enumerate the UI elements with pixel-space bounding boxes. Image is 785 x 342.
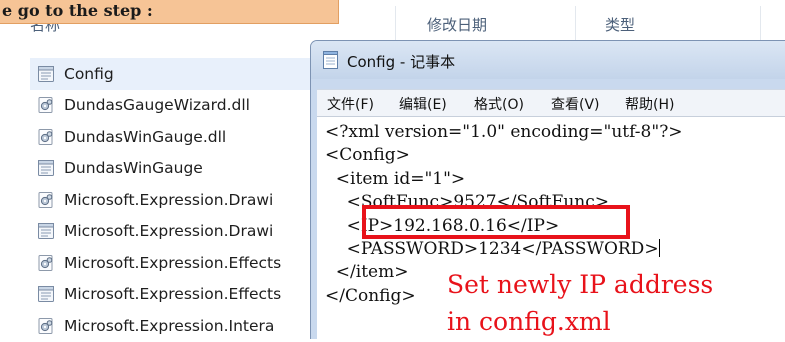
xml-line: </Config>: [325, 285, 416, 306]
column-divider[interactable]: [395, 6, 396, 40]
callout-text: e go to the step :: [2, 1, 153, 20]
window-title: Config - 记事本: [347, 53, 456, 71]
file-name: DundasGaugeWizard.dll: [64, 96, 250, 115]
menu-file[interactable]: 文件(F): [327, 94, 374, 114]
file-row[interactable]: Config: [30, 58, 320, 90]
menu-edit[interactable]: 编辑(E): [399, 94, 447, 114]
file-row[interactable]: Microsoft.Expression.Drawi: [30, 184, 320, 216]
notepad-titlebar[interactable]: Config - 记事本: [311, 41, 785, 79]
file-row[interactable]: Microsoft.Expression.Effects: [30, 279, 320, 311]
file-row[interactable]: DundasGaugeWizard.dll: [30, 90, 320, 122]
file-name: Microsoft.Expression.Drawi: [64, 190, 274, 209]
file-name: Microsoft.Expression.Effects: [64, 253, 282, 272]
file-row[interactable]: Microsoft.Expression.Intera: [30, 310, 320, 342]
xml-line: </item>: [325, 262, 409, 283]
annotation-line: Set newly IP address: [447, 270, 714, 299]
config-file-icon: [36, 64, 56, 84]
config-file-icon: [36, 221, 56, 241]
xml-line: <?xml version="1.0" encoding="utf-8"?>: [325, 122, 683, 142]
annotation-line: in config.xml: [447, 307, 611, 336]
dll-file-icon: [36, 253, 56, 273]
file-row[interactable]: DundasWinGauge.dll: [30, 121, 320, 153]
menu-format[interactable]: 格式(O): [474, 94, 524, 114]
dll-file-icon: [36, 190, 56, 210]
menu-view[interactable]: 查看(V): [551, 94, 600, 114]
xml-line: <item id="1">: [325, 168, 466, 189]
file-row[interactable]: Microsoft.Expression.Drawi: [30, 216, 320, 248]
notepad-icon: [323, 51, 338, 69]
menu-bar: 文件(F) 编辑(E) 格式(O) 查看(V) 帮助(H): [317, 89, 785, 116]
menu-help[interactable]: 帮助(H): [625, 94, 674, 114]
ip-highlight-box: [362, 205, 630, 239]
file-row[interactable]: Microsoft.Expression.Effects: [30, 247, 320, 279]
column-divider[interactable]: [575, 6, 576, 40]
file-name: DundasWinGauge: [64, 159, 203, 178]
file-row[interactable]: DundasWinGauge: [30, 153, 320, 185]
file-name: DundasWinGauge.dll: [64, 127, 227, 146]
xml-line: <Config>: [325, 145, 410, 166]
file-name: Microsoft.Expression.Drawi: [64, 222, 274, 241]
xml-line: <PASSWORD>1234</PASSWORD>: [325, 239, 659, 260]
config-file-icon: [36, 158, 56, 178]
text-cursor: [658, 239, 660, 258]
config-file-icon: [36, 284, 56, 304]
column-divider[interactable]: [760, 6, 761, 40]
dll-file-icon: [36, 316, 56, 336]
column-modified-header[interactable]: 修改日期: [427, 14, 487, 35]
dll-file-icon: [36, 127, 56, 147]
file-name: Microsoft.Expression.Intera: [64, 316, 275, 335]
column-type-header[interactable]: 类型: [605, 14, 635, 35]
dll-file-icon: [36, 95, 56, 115]
file-name: Config: [64, 64, 114, 83]
file-list: Config DundasGaugeWizard.dll DundasWinGaug…: [30, 58, 320, 342]
annotation-text: Set newly IP address in config.xml: [447, 266, 713, 340]
file-name: Microsoft.Expression.Effects: [64, 285, 282, 304]
instruction-callout: e go to the step :: [0, 0, 339, 24]
